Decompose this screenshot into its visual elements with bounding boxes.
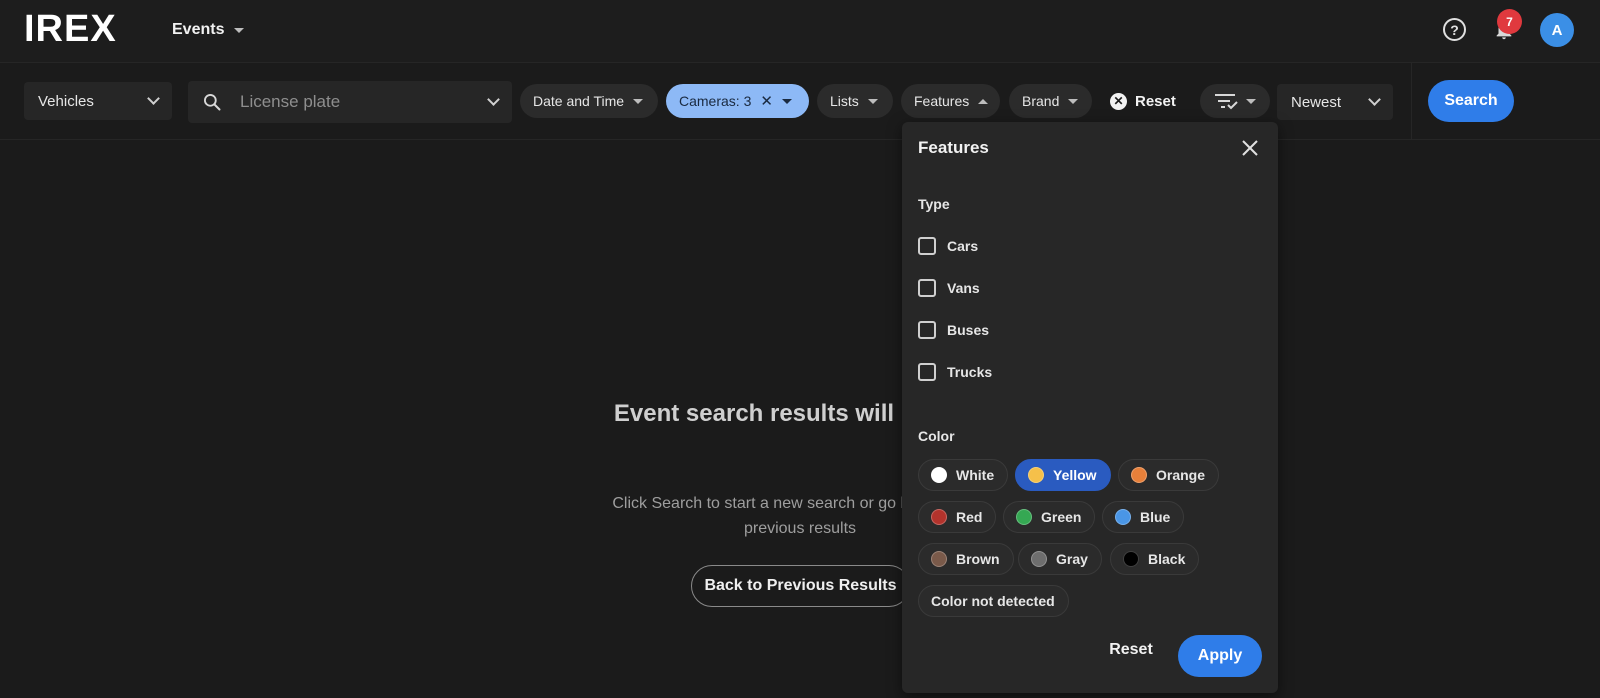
- color-option-white[interactable]: White: [918, 459, 1009, 491]
- gray-swatch: [1031, 551, 1047, 567]
- back-to-previous-results-button[interactable]: Back to Previous Results: [691, 565, 910, 607]
- clear-icon[interactable]: ✕: [760, 92, 773, 110]
- brand-label: Brand: [1022, 93, 1060, 109]
- caret-down-icon: [1068, 98, 1079, 104]
- caret-up-icon: [978, 98, 989, 104]
- caret-down-icon: [633, 98, 644, 104]
- brown-swatch: [931, 551, 947, 567]
- type-option-buses[interactable]: Buses: [918, 319, 989, 341]
- color-option-not-detected[interactable]: Color not detected: [918, 585, 1069, 617]
- features-panel: Features Type Cars Vans Buses Trucks Col…: [902, 122, 1278, 693]
- type-option-vans[interactable]: Vans: [918, 277, 980, 299]
- yellow-swatch: [1028, 467, 1044, 483]
- cameras-label: Cameras: 3: [679, 93, 752, 109]
- color-label: Brown: [956, 551, 1000, 567]
- logo-text: IREX: [24, 7, 117, 50]
- caret-down-icon: [1246, 98, 1256, 104]
- chevron-down-icon: [147, 92, 160, 105]
- color-label: Gray: [1056, 551, 1088, 567]
- color-option-brown[interactable]: Brown: [918, 543, 1014, 575]
- color-option-red[interactable]: Red: [918, 501, 997, 533]
- color-label: Black: [1148, 551, 1186, 567]
- search-icon: [204, 94, 221, 111]
- filter-bar: Vehicles License plate Date and Time Cam…: [0, 63, 1600, 140]
- close-icon[interactable]: [1240, 138, 1260, 158]
- caret-down-icon: [234, 27, 245, 33]
- brand-filter[interactable]: Brand: [1009, 84, 1092, 118]
- object-type-select[interactable]: Vehicles: [24, 82, 172, 120]
- type-option-label: Vans: [947, 280, 980, 296]
- reset-filters-button[interactable]: ✕ Reset: [1110, 84, 1176, 118]
- type-option-trucks[interactable]: Trucks: [918, 361, 992, 383]
- filter-list-icon: [1215, 94, 1238, 110]
- search-button[interactable]: Search: [1428, 80, 1514, 122]
- chevron-down-icon: [1368, 93, 1381, 106]
- reset-label: Reset: [1135, 92, 1176, 110]
- color-section-label: Color: [918, 428, 955, 444]
- color-option-black[interactable]: Black: [1110, 543, 1200, 575]
- clear-circle-icon: ✕: [1110, 92, 1127, 110]
- orange-swatch: [1131, 467, 1147, 483]
- filter-options-button[interactable]: [1200, 84, 1270, 118]
- color-option-gray[interactable]: Gray: [1018, 543, 1102, 575]
- irex-logo[interactable]: IREX: [24, 8, 117, 50]
- caret-down-icon: [781, 98, 792, 104]
- help-icon[interactable]: ?: [1443, 18, 1466, 41]
- green-swatch: [1016, 509, 1032, 525]
- date-time-filter[interactable]: Date and Time: [520, 84, 658, 118]
- type-option-label: Buses: [947, 322, 990, 338]
- type-option-label: Trucks: [947, 364, 993, 380]
- checkbox[interactable]: [918, 279, 936, 297]
- checkbox[interactable]: [918, 321, 936, 339]
- color-label: Color not detected: [931, 593, 1055, 609]
- lists-label: Lists: [830, 93, 859, 109]
- red-swatch: [931, 509, 947, 525]
- features-label: Features: [914, 93, 970, 109]
- apply-button[interactable]: Apply: [1178, 635, 1262, 677]
- top-header: IREX Events ? 7 A: [0, 0, 1600, 63]
- license-plate-search[interactable]: License plate: [188, 81, 512, 123]
- caret-down-icon: [867, 98, 878, 104]
- color-label: White: [956, 467, 995, 483]
- object-type-value: Vehicles: [38, 92, 94, 110]
- panel-title: Features: [918, 138, 989, 157]
- color-option-orange[interactable]: Orange: [1118, 459, 1220, 491]
- sort-order-select[interactable]: Newest: [1277, 84, 1393, 120]
- color-label: Red: [956, 509, 983, 525]
- license-plate-input[interactable]: License plate: [240, 92, 489, 112]
- divider: [1411, 63, 1412, 140]
- color-label: Blue: [1140, 509, 1171, 525]
- notification-badge: 7: [1497, 9, 1522, 34]
- type-section-label: Type: [918, 196, 950, 212]
- features-filter[interactable]: Features: [901, 84, 1000, 118]
- color-option-yellow[interactable]: Yellow: [1015, 459, 1111, 491]
- date-time-label: Date and Time: [533, 93, 625, 109]
- lists-filter[interactable]: Lists: [817, 84, 893, 118]
- black-swatch: [1123, 551, 1139, 567]
- blue-swatch: [1115, 509, 1131, 525]
- color-label: Orange: [1156, 467, 1206, 483]
- checkbox[interactable]: [918, 237, 936, 255]
- type-option-label: Cars: [947, 238, 979, 254]
- section-label: Events: [172, 21, 225, 38]
- panel-reset-button[interactable]: Reset: [1106, 634, 1156, 666]
- section-dropdown[interactable]: Events: [172, 17, 245, 43]
- cameras-filter[interactable]: Cameras: 3 ✕: [666, 84, 809, 118]
- sort-order-value: Newest: [1291, 93, 1342, 111]
- type-option-cars[interactable]: Cars: [918, 235, 978, 257]
- chevron-down-icon[interactable]: [487, 93, 500, 106]
- color-option-blue[interactable]: Blue: [1102, 501, 1185, 533]
- color-option-green[interactable]: Green: [1003, 501, 1096, 533]
- color-label: Yellow: [1053, 467, 1097, 483]
- color-label: Green: [1041, 509, 1082, 525]
- user-avatar[interactable]: A: [1540, 13, 1574, 47]
- white-swatch: [931, 467, 947, 483]
- checkbox[interactable]: [918, 363, 936, 381]
